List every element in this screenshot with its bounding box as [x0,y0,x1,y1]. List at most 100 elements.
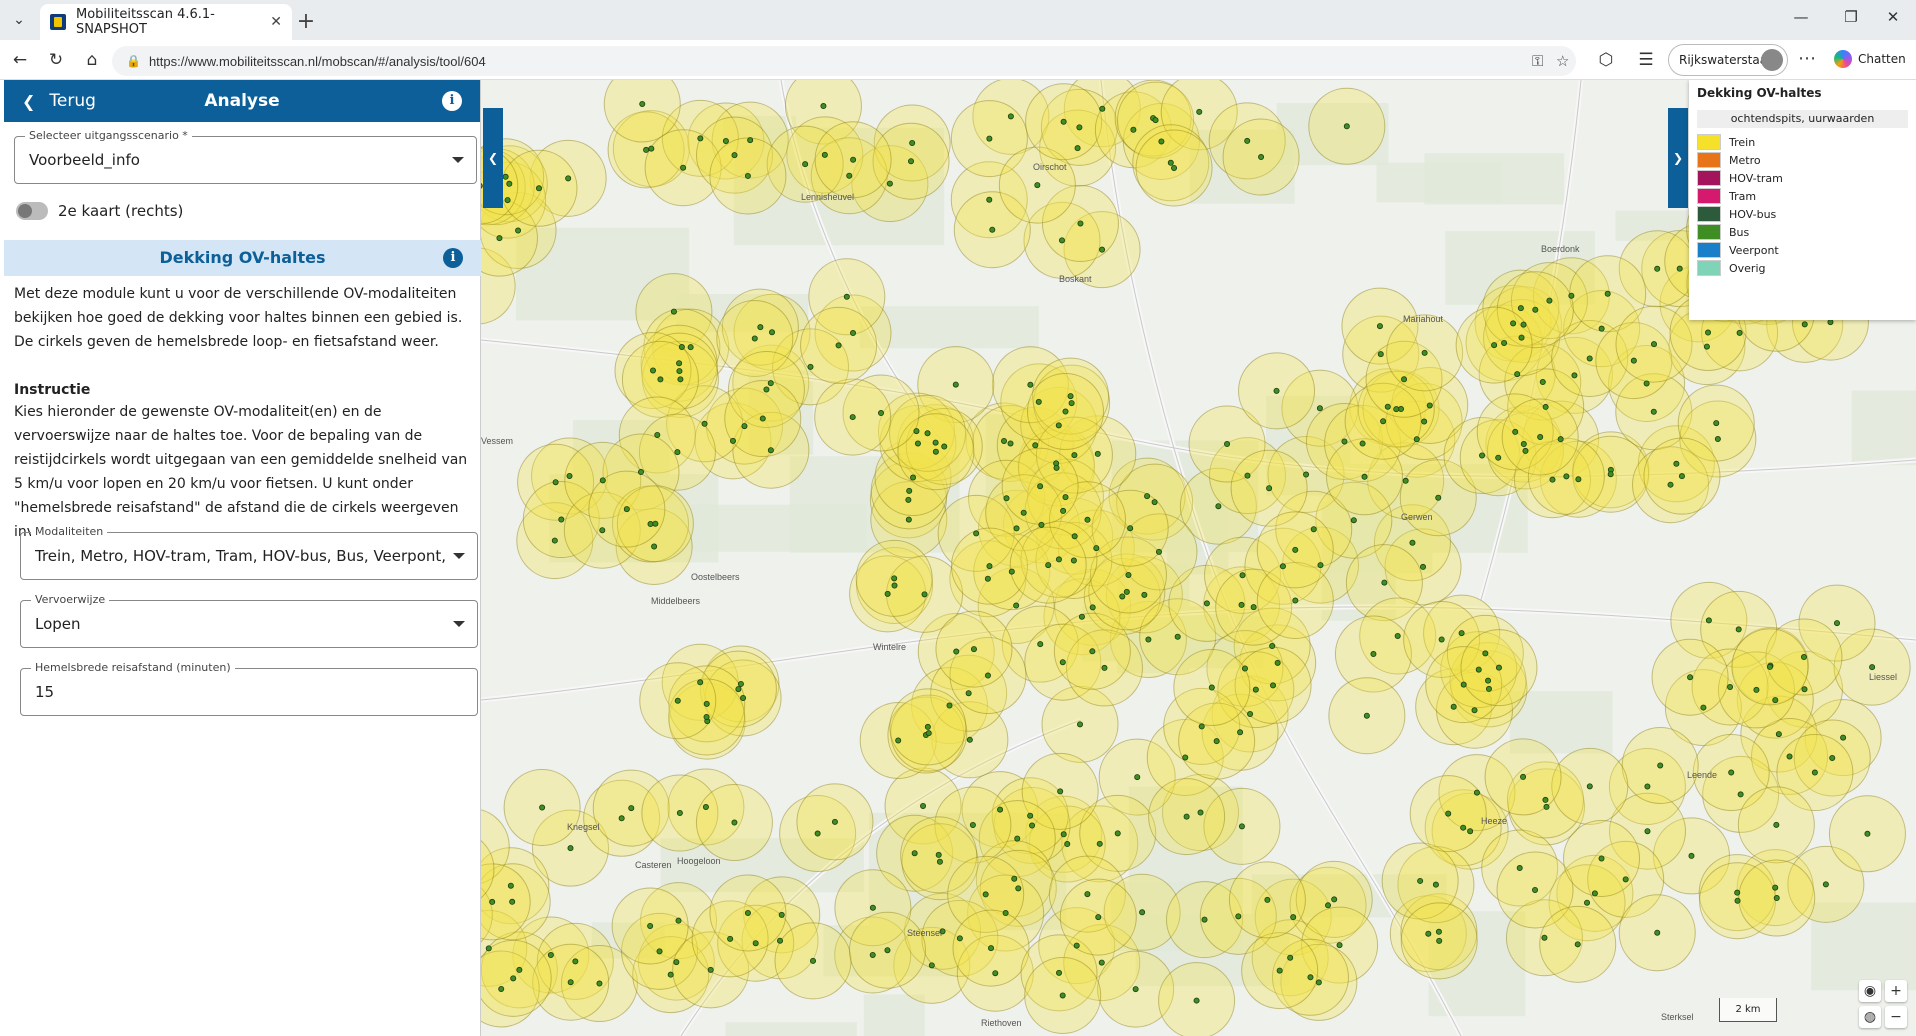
legend-item: Veerpont [1697,242,1779,258]
collapse-left-panel-button[interactable]: ❮ [483,108,503,208]
browser-toolbar: ← ↻ ⌂ 🔒 https://www.mobiliteitsscan.nl/m… [0,40,1916,80]
legend-swatch [1697,188,1721,204]
camera-icon[interactable]: ◉ [1859,980,1881,1002]
legend-panel: Dekking OV-haltes ochtendspits, uurwaard… [1689,80,1916,320]
chevron-left-icon: ❮ [22,91,36,111]
place-label: Wintelre [873,642,907,652]
site-favicon-icon [50,14,66,30]
profile-button[interactable]: Rijkswaterstaat [1668,44,1788,76]
place-label: Hoogeloon [677,856,721,866]
place-label: Leende [1687,770,1718,780]
modaliteiten-select[interactable]: Modaliteiten Trein, Metro, HOV-tram, Tra… [20,525,478,580]
section-info-icon[interactable]: i [443,248,463,268]
favorites-icon[interactable]: ☰ [1632,48,1660,72]
reload-icon[interactable]: ↻ [42,48,70,72]
intro-text: Met deze module kunt u voor de verschill… [14,286,463,350]
legend-item: Tram [1697,188,1756,204]
legend-swatch [1697,242,1721,258]
place-label: Oirschot [1033,162,1067,172]
legend-label: HOV-tram [1729,171,1783,185]
place-label: Mariahout [1403,314,1444,324]
favorite-star-icon[interactable]: ☆ [1556,52,1569,70]
tab-close-icon[interactable]: ✕ [270,14,282,30]
instructie-text: Kies hieronder de gewenste OV-modaliteit… [14,404,468,540]
place-label: Gerwen [1401,512,1433,522]
scale-bar: 2 km [1719,998,1777,1022]
place-label: Lennisheuvel [801,192,855,202]
zoom-in-button[interactable]: + [1885,980,1907,1002]
profile-name: Rijkswaterstaat [1679,53,1772,67]
vervoerwijze-select[interactable]: Vervoerwijze Lopen [20,593,478,648]
extensions-icon[interactable]: ⬡ [1592,48,1620,72]
window-close-icon[interactable]: ✕ [1878,8,1908,26]
avatar [1761,49,1783,71]
restore-icon[interactable]: ❐ [1836,8,1866,26]
place-label: Steensel [907,928,943,938]
place-label: Middelbeers [651,596,701,606]
collapse-legend-button[interactable]: ❯ [1668,108,1688,208]
zoom-out-button[interactable]: − [1885,1006,1907,1028]
back-arrow-icon[interactable]: ← [6,48,34,72]
scenario-select[interactable]: Selecteer uitgangsscenario * Voorbeeld_i… [14,129,477,184]
instructie-heading: Instructie [14,382,91,398]
legend-item: Bus [1697,224,1749,240]
place-label: Riethoven [981,1018,1022,1028]
address-bar[interactable]: 🔒 https://www.mobiliteitsscan.nl/mobscan… [112,46,1576,76]
place-label: Liessel [1869,672,1898,682]
dropdown-arrow-icon [453,621,465,627]
legend-title: Dekking OV-haltes [1697,86,1822,100]
key-icon[interactable]: ⚿ [1532,52,1543,70]
place-label: Heeze [1481,816,1508,826]
vervoerwijze-value: Lopen [35,615,81,633]
section-title: Dekking OV-haltes [159,248,326,267]
legend-swatch [1697,170,1721,186]
legend-item: HOV-tram [1697,170,1783,186]
legend-label: Trein [1729,135,1756,149]
place-label: Knegsel [567,822,600,832]
legend-label: Tram [1729,189,1757,203]
map-view[interactable]: Oirschot Lennisheuvel Boskant Boerdonk M… [481,80,1916,1036]
browser-tabbar: ⌄ Mobiliteitsscan 4.6.1-SNAPSHOT ✕ + — ❐… [0,0,1916,40]
minimize-icon[interactable]: — [1786,8,1816,26]
second-map-label: 2e kaart (rechts) [58,202,184,220]
tab-title: Mobiliteitsscan 4.6.1-SNAPSHOT [76,7,215,37]
legend-swatch [1697,260,1721,276]
dropdown-arrow-icon [452,157,464,163]
copilot-icon [1834,50,1852,68]
lock-icon: 🔒 [126,54,141,68]
panel-header: ❮ Terug Analyse i [4,80,480,122]
legend-item: Overig [1697,260,1766,276]
back-button[interactable]: ❮ Terug [4,91,96,111]
place-label: Sterksel [1661,1012,1694,1022]
place-label: Boskant [1059,274,1092,284]
chat-button[interactable]: Chatten [1834,50,1906,68]
legend-label: Bus [1729,225,1750,239]
second-map-toggle-row: 2e kaart (rechts) [16,202,183,220]
vervoerwijze-label: Vervoerwijze [31,593,110,606]
legend-label: Overig [1729,261,1766,275]
second-map-toggle[interactable] [16,202,48,220]
legend-swatch [1697,152,1721,168]
chat-label: Chatten [1858,52,1906,66]
scenario-value: Voorbeeld_info [29,151,140,169]
globe-icon[interactable]: ◍ [1859,1006,1881,1028]
reisafstand-value: 15 [35,683,55,701]
legend-swatch [1697,206,1721,222]
place-label: Boerdonk [1541,244,1580,254]
section-header: Dekking OV-haltes i [4,240,481,276]
new-tab-icon[interactable]: + [292,8,320,34]
legend-swatch [1697,134,1721,150]
reisafstand-input[interactable]: Hemelsbrede reisafstand (minuten) 15 [20,661,478,716]
home-icon[interactable]: ⌂ [78,48,106,72]
info-icon[interactable]: i [442,91,462,111]
browser-tab[interactable]: Mobiliteitsscan 4.6.1-SNAPSHOT ✕ [40,4,292,40]
tab-actions-icon[interactable]: ⌄ [6,8,32,32]
reisafstand-label: Hemelsbrede reisafstand (minuten) [31,661,235,674]
more-icon[interactable]: ⋯ [1798,48,1816,69]
modaliteiten-label: Modaliteiten [31,525,108,538]
legend-label: Metro [1729,153,1761,167]
url-text: https://www.mobiliteitsscan.nl/mobscan/#… [148,53,486,69]
legend-subtitle: ochtendspits, uurwaarden [1697,110,1908,128]
legend-item: Trein [1697,134,1755,150]
analysis-panel: ❮ Terug Analyse i Selecteer uitgangsscen… [4,80,481,1036]
